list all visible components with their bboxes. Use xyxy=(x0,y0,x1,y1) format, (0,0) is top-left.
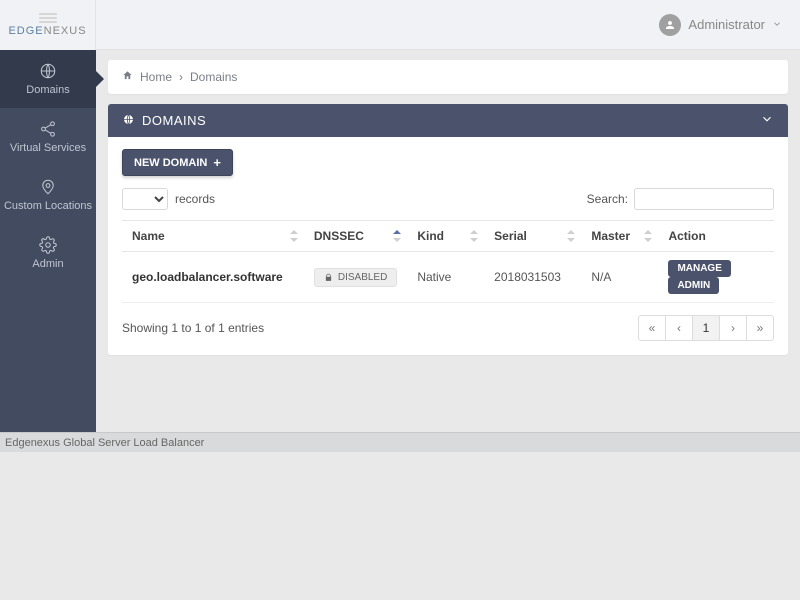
col-serial[interactable]: Serial xyxy=(484,221,581,252)
search-input[interactable] xyxy=(634,188,774,210)
sort-icon xyxy=(567,230,575,242)
domains-panel: DOMAINS NEW DOMAIN + records Search: xyxy=(108,104,788,355)
sort-icon xyxy=(644,230,652,242)
user-menu[interactable]: Administrator xyxy=(659,14,782,36)
breadcrumb-current: Domains xyxy=(190,70,237,84)
col-dnssec[interactable]: DNSSEC xyxy=(304,221,407,252)
location-icon xyxy=(39,178,57,196)
logo[interactable]: EDGENEXUS xyxy=(0,0,96,50)
sort-icon xyxy=(470,230,478,242)
sort-asc-icon xyxy=(393,230,401,242)
dnssec-disabled-badge: DISABLED xyxy=(314,268,397,287)
share-icon xyxy=(39,120,57,138)
admin-button[interactable]: ADMIN xyxy=(668,277,719,294)
manage-button[interactable]: MANAGE xyxy=(668,260,730,277)
col-name[interactable]: Name xyxy=(122,221,304,252)
sidebar-item-admin[interactable]: Admin xyxy=(0,224,96,282)
cell-master: N/A xyxy=(581,252,658,303)
cell-name[interactable]: geo.loadbalancer.software xyxy=(122,252,304,303)
page-last-button[interactable]: » xyxy=(746,315,774,341)
table-info: Showing 1 to 1 of 1 entries xyxy=(122,321,264,335)
cell-serial: 2018031503 xyxy=(484,252,581,303)
pagination: « ‹ 1 › » xyxy=(638,315,774,341)
page-first-button[interactable]: « xyxy=(638,315,666,341)
gear-icon xyxy=(39,236,57,254)
cell-action: MANAGE ADMIN xyxy=(658,252,774,303)
main-content: Home › Domains DOMAINS NEW DOMAIN xyxy=(96,50,800,432)
breadcrumb: Home › Domains xyxy=(108,60,788,94)
panel-header: DOMAINS xyxy=(108,104,788,137)
cell-dnssec: DISABLED xyxy=(304,252,407,303)
footer-text: Edgenexus Global Server Load Balancer xyxy=(5,437,204,449)
page-next-button[interactable]: › xyxy=(719,315,747,341)
breadcrumb-separator: › xyxy=(179,70,183,84)
lock-icon xyxy=(324,273,333,282)
records-label: records xyxy=(175,192,215,206)
sidebar-item-label: Custom Locations xyxy=(4,200,92,212)
breadcrumb-home[interactable]: Home xyxy=(140,70,172,84)
table-row: geo.loadbalancer.software DISABLED Nativ… xyxy=(122,252,774,303)
menu-icon[interactable] xyxy=(39,13,57,23)
sort-icon xyxy=(290,230,298,242)
page-number-button[interactable]: 1 xyxy=(692,315,720,341)
footer: Edgenexus Global Server Load Balancer xyxy=(0,432,800,452)
sidebar-item-label: Domains xyxy=(26,84,69,96)
chevron-down-icon[interactable] xyxy=(760,112,774,129)
home-icon xyxy=(122,70,133,84)
panel-title: DOMAINS xyxy=(142,113,753,128)
page-prev-button[interactable]: ‹ xyxy=(665,315,693,341)
avatar-icon xyxy=(659,14,681,36)
topbar: EDGENEXUS Administrator xyxy=(0,0,800,50)
logo-edge: EDGE xyxy=(8,25,43,37)
new-domain-button[interactable]: NEW DOMAIN + xyxy=(122,149,233,176)
user-name-label: Administrator xyxy=(688,17,765,32)
new-domain-label: NEW DOMAIN xyxy=(134,157,207,169)
sidebar-item-label: Admin xyxy=(32,258,63,270)
domains-table: Name DNSSEC Kind Serial Master Action ge… xyxy=(122,220,774,303)
sidebar: Domains Virtual Services Custom Location… xyxy=(0,50,96,432)
chevron-down-icon xyxy=(772,17,782,32)
search-label: Search: xyxy=(587,192,628,206)
col-kind[interactable]: Kind xyxy=(407,221,484,252)
col-master[interactable]: Master xyxy=(581,221,658,252)
sidebar-item-domains[interactable]: Domains xyxy=(0,50,96,108)
logo-nexus: NEXUS xyxy=(44,25,87,37)
sidebar-item-virtual-services[interactable]: Virtual Services xyxy=(0,108,96,166)
cell-kind: Native xyxy=(407,252,484,303)
col-action: Action xyxy=(658,221,774,252)
records-length-select[interactable] xyxy=(122,188,168,210)
logo-text: EDGENEXUS xyxy=(8,25,86,37)
sidebar-item-label: Virtual Services xyxy=(10,142,86,154)
sidebar-item-custom-locations[interactable]: Custom Locations xyxy=(0,166,96,224)
globe-icon xyxy=(39,62,57,80)
globe-icon xyxy=(122,113,135,129)
plus-icon: + xyxy=(213,156,221,169)
